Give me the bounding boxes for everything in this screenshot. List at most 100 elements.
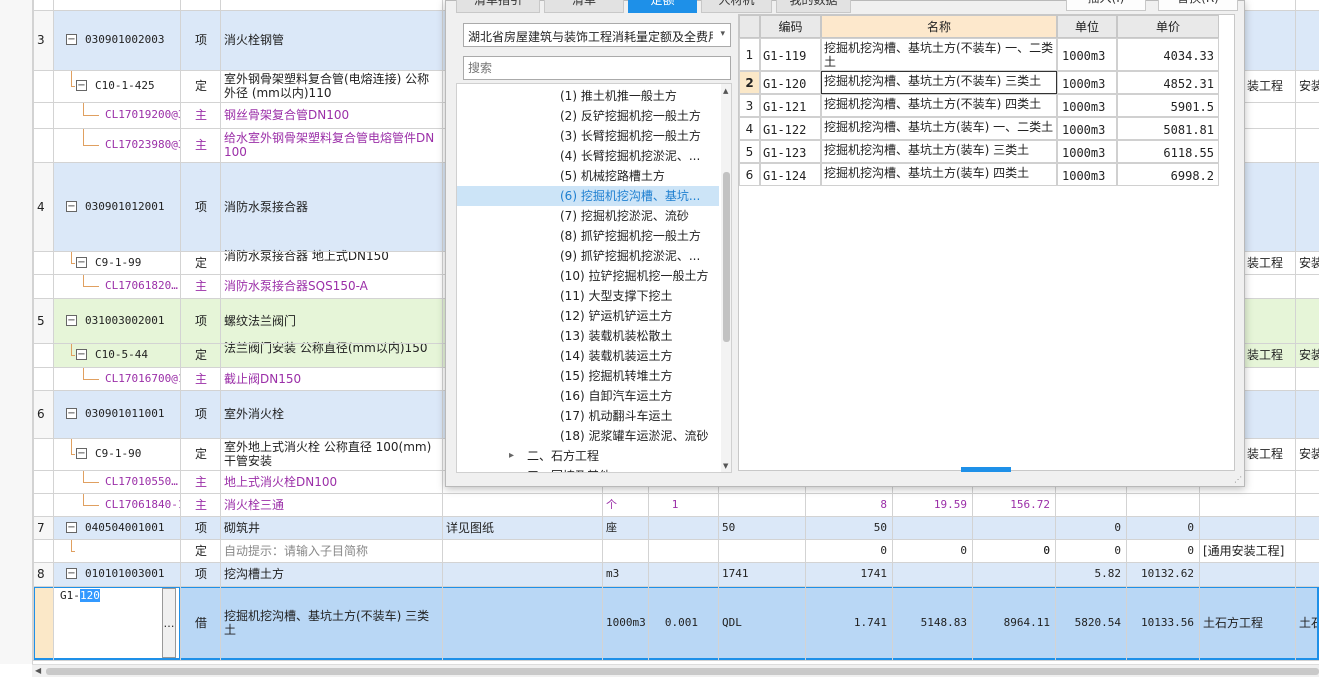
quota-code[interactable]: G1-124 bbox=[760, 163, 821, 186]
quota-name[interactable]: 挖掘机挖沟槽、基坑土方(不装车) 三类土 bbox=[821, 71, 1057, 94]
item-type: 借 bbox=[195, 616, 208, 630]
item-unit: 个 bbox=[606, 498, 617, 511]
item-specialty: 安装 bbox=[1299, 256, 1319, 270]
item-name: 螺纹法兰阀门 bbox=[224, 314, 297, 328]
horizontal-scrollbar[interactable]: ◀ bbox=[32, 664, 1319, 677]
code-edit-box[interactable]: G1- 120 bbox=[53, 586, 180, 660]
tab-2[interactable]: 定额 bbox=[628, 0, 697, 13]
tab-4[interactable]: 我的数据 bbox=[776, 0, 851, 13]
quota-row[interactable]: 6 bbox=[739, 163, 760, 186]
collapse-toggle-icon[interactable]: − bbox=[66, 408, 77, 419]
quota-name[interactable]: 挖掘机挖沟槽、基坑土方(装车) 三类土 bbox=[821, 140, 1057, 163]
item-type: 主 bbox=[195, 475, 208, 489]
row-gutter bbox=[0, 0, 33, 664]
tree-item[interactable]: (17) 机动翻斗车运土 bbox=[457, 406, 719, 426]
column-header[interactable]: 单价 bbox=[1117, 15, 1219, 38]
tree-scrollbar[interactable]: ▲ ▼ bbox=[721, 84, 731, 472]
quota-name[interactable]: 挖掘机挖沟槽、基坑土方(装车) 四类土 bbox=[821, 163, 1057, 186]
row-number: 6 bbox=[37, 407, 45, 421]
column-header[interactable]: 单位 bbox=[1057, 15, 1117, 38]
item-comp-total: 0 bbox=[1187, 521, 1194, 534]
quota-name[interactable]: 挖掘机挖沟槽、基坑土方(不装车) 一、二类土 bbox=[821, 38, 1057, 71]
tree-item[interactable]: (7) 挖掘机挖淤泥、流砂 bbox=[457, 206, 719, 226]
collapse-toggle-icon[interactable]: − bbox=[66, 201, 77, 212]
quota-code[interactable]: G1-119 bbox=[760, 38, 821, 71]
tree-item[interactable]: (15) 挖掘机转堆土方 bbox=[457, 366, 719, 386]
collapse-toggle-icon[interactable]: − bbox=[66, 315, 77, 326]
tree-item[interactable]: (8) 抓铲挖掘机挖一般土方 bbox=[457, 226, 719, 246]
tree-item[interactable]: (18) 泥浆罐车运淤泥、流砂 bbox=[457, 426, 719, 446]
tree-connector bbox=[83, 274, 84, 286]
tree-item-label: (3) 长臂挖掘机挖一般土方 bbox=[560, 129, 701, 143]
quota-row[interactable]: 2 bbox=[739, 71, 760, 94]
item-expression: 50 bbox=[722, 521, 736, 534]
tab-3[interactable]: 人材机 bbox=[701, 0, 772, 13]
item-comp-total: 10133.56 bbox=[1141, 616, 1194, 629]
tree-item[interactable]: (13) 装载机装松散土 bbox=[457, 326, 719, 346]
expand-arrow-icon[interactable]: ▸ bbox=[509, 466, 514, 472]
collapse-toggle-icon[interactable]: − bbox=[66, 522, 77, 533]
collapse-toggle-icon[interactable]: − bbox=[76, 257, 87, 268]
tree-item[interactable]: (16) 自卸汽车运土方 bbox=[457, 386, 719, 406]
tree-connector bbox=[71, 551, 75, 552]
quota-row[interactable]: 4 bbox=[739, 117, 760, 140]
resize-grip-icon[interactable]: ⋰ bbox=[1234, 475, 1242, 484]
tree-item[interactable]: (11) 大型支撑下挖土 bbox=[457, 286, 719, 306]
quota-code[interactable]: G1-121 bbox=[760, 94, 821, 117]
quota-unit: 1000m3 bbox=[1057, 140, 1117, 163]
collapse-toggle-icon[interactable]: − bbox=[66, 568, 77, 579]
scrollbar-thumb[interactable] bbox=[723, 172, 730, 342]
quota-name[interactable]: 挖掘机挖沟槽、基坑土方(不装车) 四类土 bbox=[821, 94, 1057, 117]
ellipsis-button[interactable]: … bbox=[162, 588, 176, 658]
collapse-toggle-icon[interactable]: − bbox=[76, 80, 87, 91]
quota-row[interactable]: 3 bbox=[739, 94, 760, 117]
quota-row[interactable]: 5 bbox=[739, 140, 760, 163]
scroll-down-icon[interactable]: ▼ bbox=[723, 462, 728, 470]
quota-code[interactable]: G1-123 bbox=[760, 140, 821, 163]
collapse-toggle-icon[interactable]: − bbox=[76, 349, 87, 360]
item-name: 钢丝骨架复合管DN100 bbox=[224, 108, 350, 122]
tree-item[interactable]: (2) 反铲挖掘机挖一般土方 bbox=[457, 106, 719, 126]
tree-item[interactable]: (1) 推土机推一般土方 bbox=[457, 86, 719, 106]
column-header[interactable]: 编码 bbox=[760, 15, 821, 38]
scroll-left-icon[interactable]: ◀ bbox=[35, 666, 41, 675]
tree-connector bbox=[83, 367, 84, 379]
column-header[interactable]: 名称 bbox=[821, 15, 1057, 38]
quota-row[interactable]: 1 bbox=[739, 38, 760, 71]
expand-arrow-icon[interactable]: ▸ bbox=[509, 446, 514, 466]
collapse-toggle-icon[interactable]: − bbox=[66, 34, 77, 45]
panel-splitter[interactable] bbox=[961, 467, 1011, 472]
column-divider bbox=[33, 0, 34, 660]
tree-item[interactable]: (5) 机械挖路槽土方 bbox=[457, 166, 719, 186]
tree-section[interactable]: ▸ 二、石方工程 bbox=[457, 446, 719, 466]
tree-item[interactable]: (6) 挖掘机挖沟槽、基坑... bbox=[457, 186, 719, 206]
tab-0[interactable]: 清单指引 bbox=[456, 0, 540, 13]
search-input[interactable] bbox=[463, 56, 731, 80]
scroll-up-icon[interactable]: ▲ bbox=[723, 87, 728, 95]
quota-code[interactable]: G1-122 bbox=[760, 117, 821, 140]
tree-item[interactable]: (10) 拉铲挖掘机挖一般土方 bbox=[457, 266, 719, 286]
replace-button[interactable]: 替换(R) bbox=[1158, 0, 1238, 11]
tab-1[interactable]: 清单 bbox=[544, 0, 624, 13]
tree-item[interactable]: (3) 长臂挖掘机挖一般土方 bbox=[457, 126, 719, 146]
column-divider bbox=[1295, 0, 1296, 660]
item-quantity: 0 bbox=[880, 544, 887, 557]
tree-item[interactable]: (4) 长臂挖掘机挖淤泥、... bbox=[457, 146, 719, 166]
collapse-toggle-icon[interactable]: − bbox=[76, 448, 87, 459]
item-name: 截止阀DN150 bbox=[224, 372, 302, 386]
item-name[interactable]: 自动提示：请输入子目简称 bbox=[222, 544, 438, 558]
tree-item-label: (10) 拉铲挖掘机挖一般土方 bbox=[560, 269, 709, 283]
tree-section[interactable]: ▸ 三、回填及其他 bbox=[457, 466, 719, 472]
tree-item[interactable]: (9) 抓铲挖掘机挖淤泥、... bbox=[457, 246, 719, 266]
quota-code[interactable]: G1-120 bbox=[760, 71, 821, 94]
tree-connector bbox=[83, 145, 99, 146]
hscroll-thumb[interactable] bbox=[46, 668, 1319, 675]
library-select[interactable]: 湖北省房屋建筑与装饰工程消耗量定额及全费用 ▾ bbox=[463, 23, 731, 47]
tree-item[interactable]: (12) 铲运机铲运土方 bbox=[457, 306, 719, 326]
item-type: 主 bbox=[195, 108, 208, 122]
insert-button[interactable]: 插入(I) bbox=[1066, 0, 1146, 11]
tree-item-label: (2) 反铲挖掘机挖一般土方 bbox=[560, 109, 701, 123]
quota-name[interactable]: 挖掘机挖沟槽、基坑土方(装车) 一、二类土 bbox=[821, 117, 1057, 140]
tree-section-label: 二、石方工程 bbox=[527, 449, 600, 463]
tree-item[interactable]: (14) 装载机装运土方 bbox=[457, 346, 719, 366]
